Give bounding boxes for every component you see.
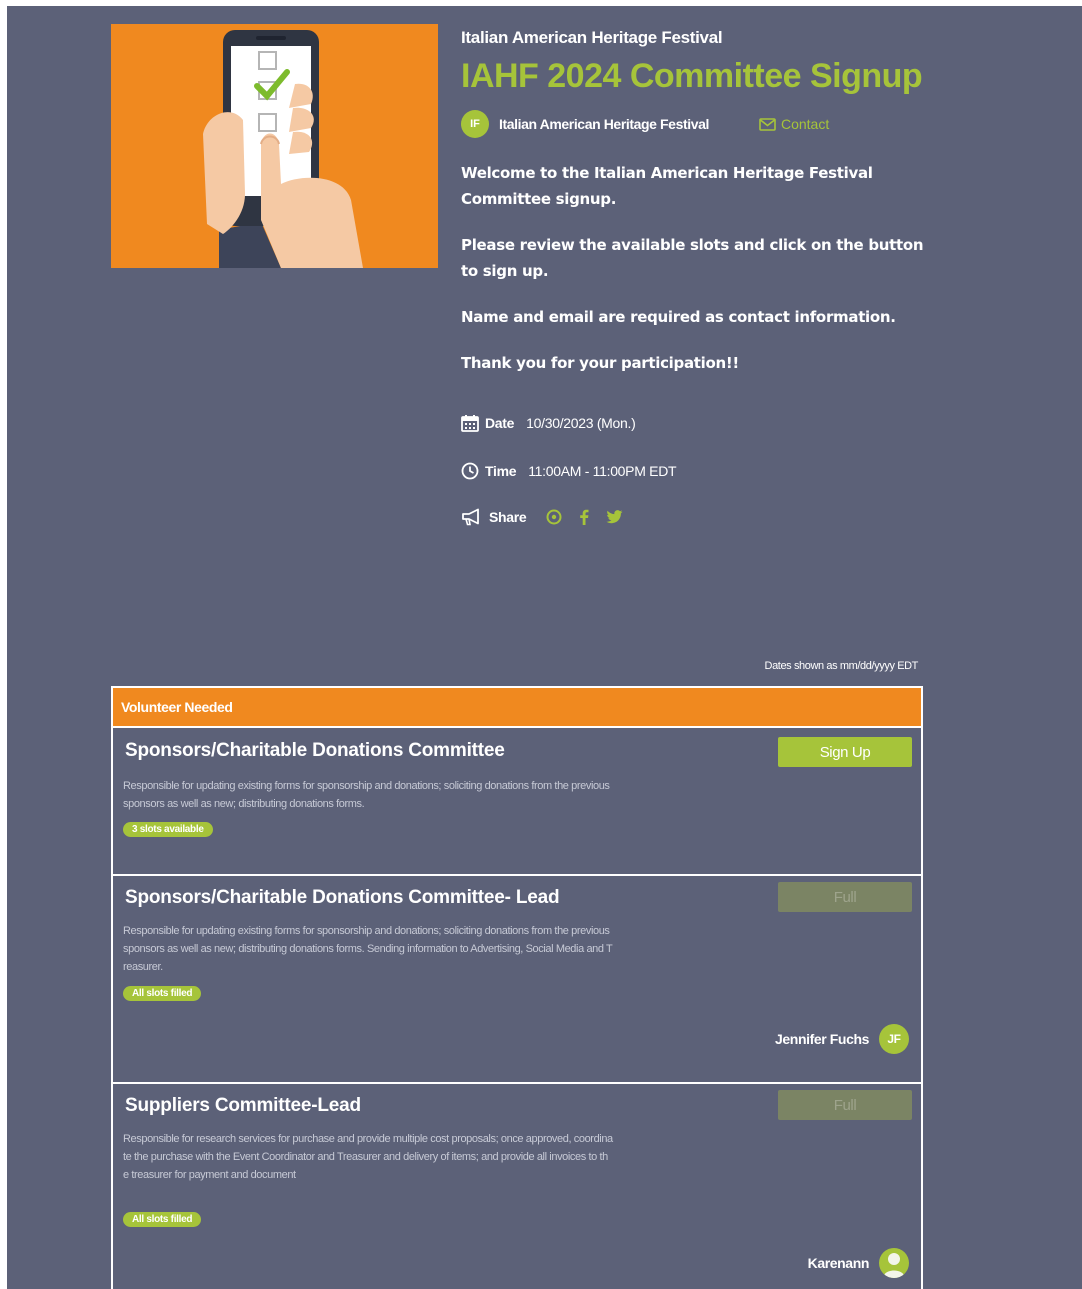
table-header: Volunteer Needed [113,688,921,728]
share-row: Share [461,508,931,526]
slot-description: Responsible for research services for pu… [123,1133,613,1181]
sign-up-button[interactable]: Sign Up [778,737,912,767]
slot-title: Sponsors/Charitable Donations Committee [125,740,505,761]
signer-name: Karenann [807,1255,870,1271]
facebook-icon[interactable] [578,509,590,525]
slot-row: Suppliers Committee-Lead Responsible for… [113,1084,921,1289]
envelope-icon [759,117,776,131]
availability-badge: 3 slots available [123,822,213,837]
slot-description: Responsible for updating existing forms … [123,780,610,810]
organizer-name: Italian American Heritage Festival [499,116,709,132]
description-paragraph: Please review the available slots and cl… [461,236,924,280]
description-paragraph: Thank you for your participation!! [461,354,739,372]
signup-entry: Karenann [808,1248,909,1278]
signup-page: Italian American Heritage Festival IAHF … [7,6,1082,1289]
slot-title: Suppliers Committee-Lead [125,1095,361,1116]
signer-avatar: JF [879,1024,909,1054]
share-icons [546,509,623,525]
calendar-icon [461,415,479,432]
contact-link[interactable]: Contact [759,116,829,132]
time-value: 11:00AM - 11:00PM EDT [528,463,677,479]
date-value: 10/30/2023 (Mon.) [526,415,636,431]
share-label: Share [489,509,527,525]
description-paragraph: Name and email are required as contact i… [461,308,896,326]
slot-row: Sponsors/Charitable Donations Committee-… [113,876,921,1084]
organizer-avatar: IF [461,110,489,138]
signup-illustration [111,24,438,268]
date-row: Date 10/30/2023 (Mon.) [461,414,931,432]
availability-badge: All slots filled [123,986,202,1001]
availability-badge: All slots filled [123,1212,202,1227]
event-info: Italian American Heritage Festival IAHF … [461,28,931,526]
time-row: Time 11:00AM - 11:00PM EDT [461,462,931,480]
event-description: Welcome to the Italian American Heritage… [461,160,931,376]
full-button: Full [778,882,912,912]
twitter-icon[interactable] [606,510,623,524]
slot-description: Responsible for updating existing forms … [123,925,613,973]
clock-icon [461,462,479,480]
megaphone-icon [462,508,479,526]
slot-row: Sponsors/Charitable Donations Committee … [113,728,921,876]
date-label: Date [485,415,515,431]
description-paragraph: Welcome to the Italian American Heritage… [461,164,873,208]
contact-label: Contact [780,116,830,132]
avatar-icon [879,1248,909,1278]
signup-entry: Jennifer Fuchs JF [775,1024,909,1054]
slots-table: Volunteer Needed Sponsors/Charitable Don… [111,686,923,1289]
page-title: IAHF 2024 Committee Signup [461,57,923,95]
organization-heading: Italian American Heritage Festival [461,28,723,47]
time-label: Time [485,463,517,479]
signer-name: Jennifer Fuchs [775,1031,869,1047]
organizer-row: IF Italian American Heritage Festival Co… [461,110,931,138]
slot-title: Sponsors/Charitable Donations Committee-… [125,887,560,908]
dates-format-note: Dates shown as mm/dd/yyyy EDT [764,660,919,672]
pinterest-icon[interactable] [546,509,562,525]
full-button: Full [778,1090,912,1120]
